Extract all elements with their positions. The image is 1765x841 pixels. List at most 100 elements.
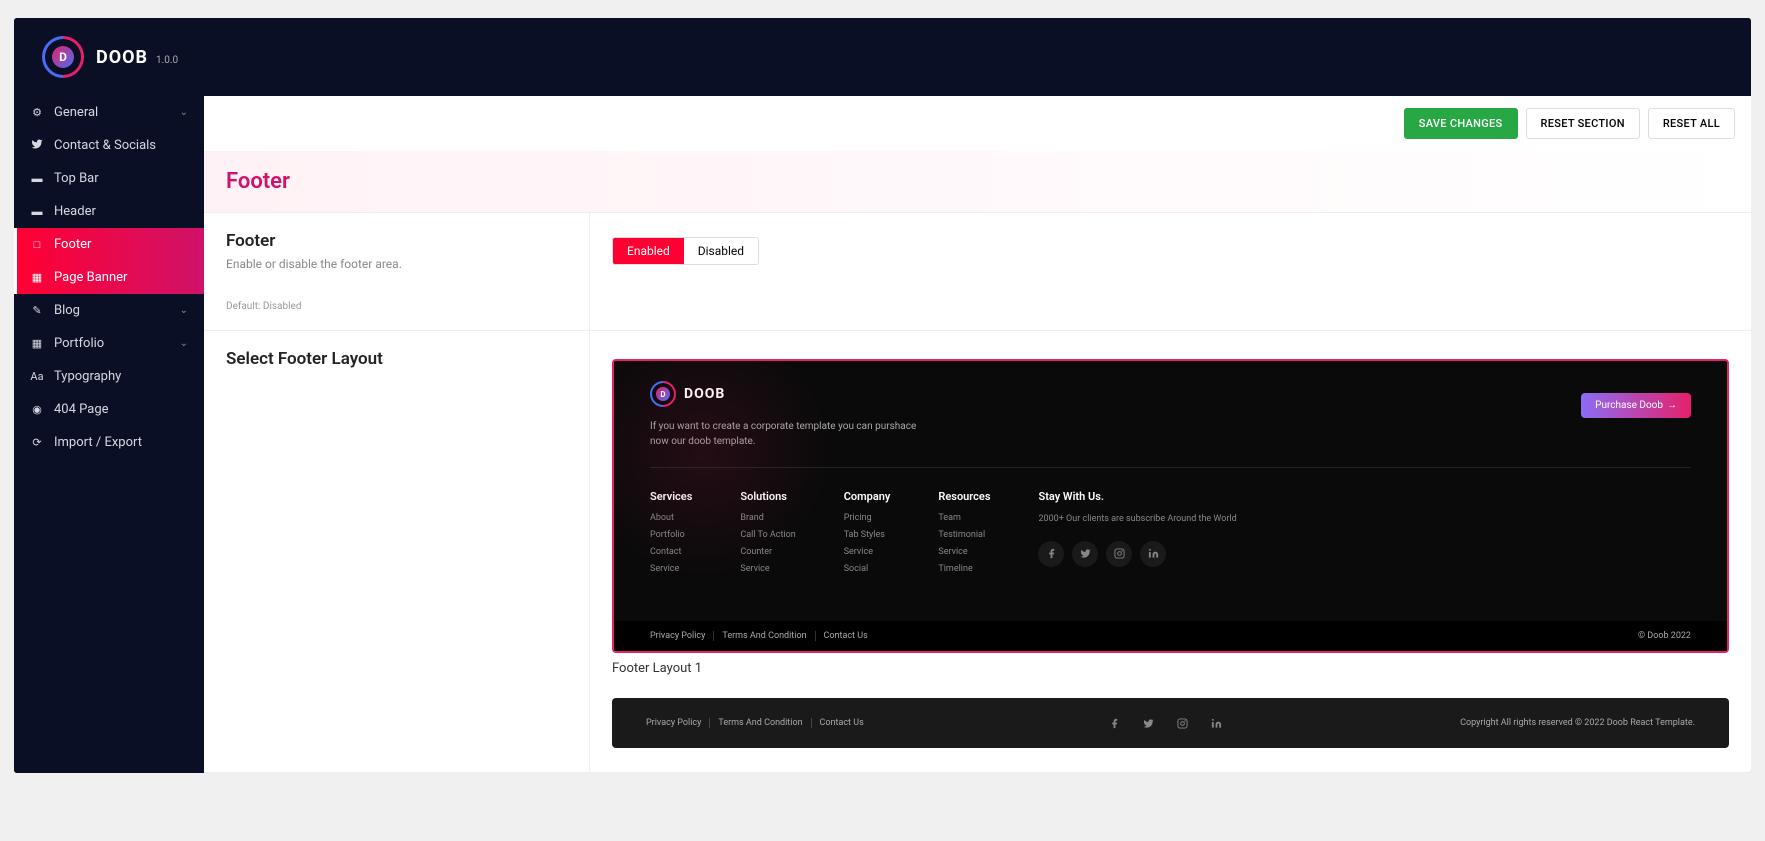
logo-icon: D [33,27,92,86]
sidebar-item-label: Header [54,204,96,219]
preview-link[interactable]: Counter [740,547,795,557]
col-company: Company Pricing Tab Styles Service Socia… [844,490,891,581]
preview-link[interactable]: Service [650,564,692,574]
sidebar-item-blog[interactable]: ✎ Blog ⌄ [14,294,204,327]
sidebar-item-footer[interactable]: □ Footer [14,228,204,261]
logo: D DOOB 1.0.0 [42,36,178,78]
app-container: D DOOB 1.0.0 ⚙ General ⌄ Contact & Socia… [14,18,1751,773]
preview-link[interactable]: Pricing [844,513,891,523]
col-title: Resources [938,490,990,503]
option-footer-layout: Select Footer Layout D DOOB I [204,331,1751,773]
footer-preview-card-2[interactable]: Privacy Policy Terms And Condition Conta… [612,698,1729,748]
footer-link[interactable]: Privacy Policy [646,718,710,728]
sidebar-item-general[interactable]: ⚙ General ⌄ [14,96,204,129]
sidebar-item-contact[interactable]: Contact & Socials [14,129,204,162]
footer-preview-card-1: D DOOB If you want to create a corporate… [612,359,1729,653]
sidebar-item-label: Contact & Socials [54,138,156,153]
sidebar-item-portfolio[interactable]: ▦ Portfolio ⌄ [14,327,204,360]
instagram-icon[interactable] [1170,710,1196,736]
reset-section-button[interactable]: RESET SECTION [1526,108,1640,139]
sidebar-item-label: General [54,105,98,120]
col-title: Stay With Us. [1038,490,1691,503]
col-title: Solutions [740,490,795,503]
purchase-button[interactable]: Purchase Doob → [1581,393,1691,418]
preview-desc: If you want to create a corporate templa… [650,419,930,449]
sidebar-item-import-export[interactable]: ⟳ Import / Export [14,426,204,459]
grid-icon: ▦ [30,337,44,350]
sidebar-item-topbar[interactable]: ▬ Top Bar [14,162,204,195]
chevron-down-icon: ⌄ [180,305,188,316]
preview-link[interactable]: Portfolio [650,530,692,540]
preview-link[interactable]: Social [844,564,891,574]
save-button[interactable]: SAVE CHANGES [1404,108,1518,139]
preview-link[interactable]: Call To Action [740,530,795,540]
preview-link[interactable]: Timeline [938,564,990,574]
preview-footer-links: Privacy Policy Terms And Condition Conta… [650,631,876,641]
app-name: DOOB [96,47,148,68]
layout-label-1: Footer Layout 1 [612,661,1729,676]
facebook-icon[interactable] [1102,710,1128,736]
sidebar-item-label: Top Bar [54,171,99,186]
arrow-right-icon: → [1667,400,1677,411]
eye-icon: ◉ [30,403,44,416]
chevron-down-icon: ⌄ [180,338,188,349]
facebook-icon[interactable] [1038,541,1064,567]
preview-link[interactable]: Service [844,547,891,557]
col-title: Services [650,490,692,503]
instagram-icon[interactable] [1106,541,1132,567]
toolbar: SAVE CHANGES RESET SECTION RESET ALL [204,96,1751,151]
laptop-icon: □ [30,238,44,251]
toggle-enabled[interactable]: Enabled [613,238,684,264]
social-icons [1038,541,1691,567]
sidebar-item-label: Portfolio [54,336,104,351]
preview-bottom-bar: Privacy Policy Terms And Condition Conta… [614,621,1727,651]
preview-link[interactable]: About [650,513,692,523]
minus-icon: ▬ [30,172,44,185]
preview-link[interactable]: Service [938,547,990,557]
app-version: 1.0.0 [156,55,178,66]
option-footer-enable: Footer Enable or disable the footer area… [204,213,1751,331]
preview-link[interactable]: Brand [740,513,795,523]
font-icon: Aa [30,370,44,383]
option-desc: Enable or disable the footer area. [226,257,567,271]
option-title: Footer [226,231,567,251]
col-services: Services About Portfolio Contact Service [650,490,692,581]
footer-link[interactable]: Contact Us [812,718,872,728]
sidebar-item-404[interactable]: ◉ 404 Page [14,393,204,426]
toggle-footer-enable: Enabled Disabled [612,237,759,265]
footer-link[interactable]: Privacy Policy [650,631,714,641]
footer-link[interactable]: Terms And Condition [710,718,811,728]
linkedin-icon[interactable] [1204,710,1230,736]
col-stay: Stay With Us. 2000+ Our clients are subs… [1038,490,1691,581]
purchase-label: Purchase Doob [1595,400,1663,411]
sidebar-item-label: Footer [54,237,91,252]
preview-link[interactable]: Service [740,564,795,574]
sidebar-item-typography[interactable]: Aa Typography [14,360,204,393]
image-icon: ▦ [30,271,44,284]
minus-icon: ▬ [30,205,44,218]
footer-link[interactable]: Terms And Condition [714,631,815,641]
main-content: SAVE CHANGES RESET SECTION RESET ALL Foo… [204,96,1751,773]
preview-logo: D DOOB [650,381,930,407]
toggle-disabled[interactable]: Disabled [684,238,758,264]
twitter-icon [30,138,44,153]
preview-link[interactable]: Tab Styles [844,530,891,540]
preview-link[interactable]: Contact [650,547,692,557]
section-title: Footer [204,151,1751,213]
sidebar-item-page-banner[interactable]: ▦ Page Banner [14,261,204,294]
col-resources: Resources Team Testimonial Service Timel… [938,490,990,581]
sidebar-item-label: 404 Page [54,402,109,417]
footer-link[interactable]: Contact Us [816,631,876,641]
preview-link[interactable]: Team [938,513,990,523]
option-title: Select Footer Layout [226,349,567,369]
refresh-icon: ⟳ [30,436,44,449]
preview-link[interactable]: Testimonial [938,530,990,540]
twitter-icon[interactable] [1072,541,1098,567]
layout-preview-1[interactable]: D DOOB If you want to create a corporate… [612,359,1729,748]
app-body: ⚙ General ⌄ Contact & Socials ▬ Top Bar … [14,96,1751,773]
twitter-icon[interactable] [1136,710,1162,736]
col-solutions: Solutions Brand Call To Action Counter S… [740,490,795,581]
sidebar-item-header[interactable]: ▬ Header [14,195,204,228]
linkedin-icon[interactable] [1140,541,1166,567]
reset-all-button[interactable]: RESET ALL [1648,108,1735,139]
